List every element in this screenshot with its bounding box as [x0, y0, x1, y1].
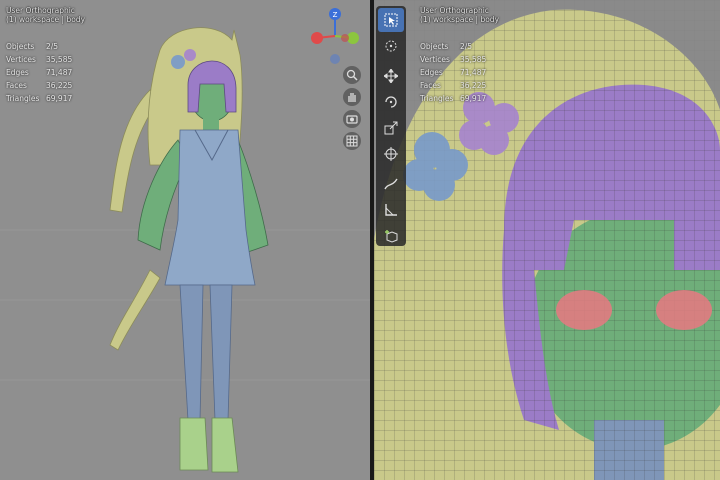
- right-viewport[interactable]: User Orthographic (1) workspace | body O…: [374, 0, 720, 480]
- grid-icon[interactable]: [343, 132, 361, 150]
- stat-faces: Faces 36,225: [6, 81, 73, 90]
- stat-objects: Objects 2/5: [6, 42, 59, 51]
- stat-faces: Faces 36,225: [420, 81, 487, 90]
- view-name: User Orthographic: [6, 6, 75, 15]
- scale-icon[interactable]: [378, 116, 404, 140]
- scene-statistics: Objects 2/5 Vertices 35,585 Edges 71,487 Fa…: [6, 40, 86, 105]
- navigation-gizmo[interactable]: Z: [305, 4, 365, 64]
- hand-pan-icon[interactable]: [343, 88, 361, 106]
- measure-icon[interactable]: [378, 198, 404, 222]
- transform-icon[interactable]: [378, 142, 404, 166]
- collection-name: (1) workspace | body: [6, 15, 86, 25]
- stat-triangles: Triangles 69,917: [6, 94, 73, 103]
- viewport-info: User Orthographic (1) workspace | body: [6, 6, 85, 25]
- move-icon[interactable]: [378, 64, 404, 88]
- add-cube-icon[interactable]: [378, 224, 404, 248]
- stat-vertices: Vertices 35,585: [420, 55, 487, 64]
- stat-edges: Edges 71,487: [420, 68, 487, 77]
- tool-shelf: [376, 6, 406, 246]
- left-viewport[interactable]: User Orthographic (1) workspace | body O…: [0, 0, 370, 480]
- select-box-icon[interactable]: [378, 8, 404, 32]
- stat-edges: Edges 71,487: [6, 68, 73, 77]
- view-name: User Orthographic: [420, 6, 489, 15]
- stat-objects: Objects 2/5: [420, 42, 473, 51]
- annotate-icon[interactable]: [378, 172, 404, 196]
- rotate-icon[interactable]: [378, 90, 404, 114]
- scene-statistics: Objects 2/5 Vertices 35,585 Edges 71,487 Fa…: [420, 40, 500, 105]
- viewport-info: User Orthographic (1) workspace | body: [420, 6, 499, 25]
- collection-name: (1) workspace | body: [420, 15, 500, 25]
- zoom-icon[interactable]: [343, 66, 361, 84]
- camera-icon[interactable]: [343, 110, 361, 128]
- z-axis-label: Z: [333, 11, 338, 19]
- stat-triangles: Triangles 69,917: [420, 94, 487, 103]
- stat-vertices: Vertices 35,585: [6, 55, 73, 64]
- cursor-icon[interactable]: [378, 34, 404, 58]
